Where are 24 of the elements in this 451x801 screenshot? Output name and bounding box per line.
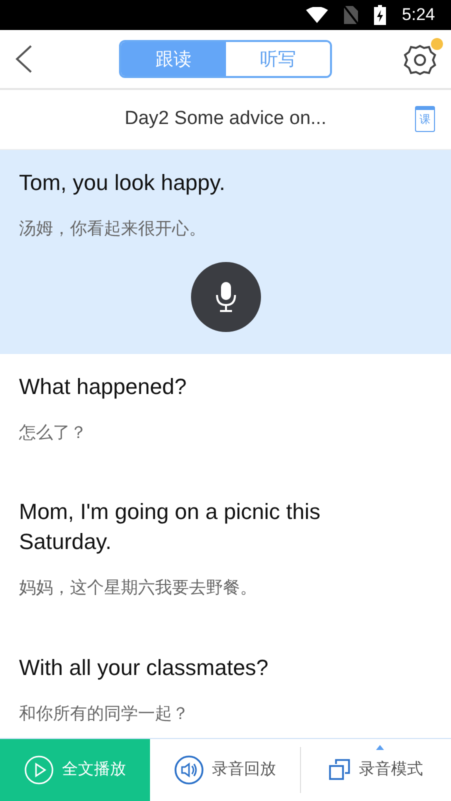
play-icon — [24, 755, 54, 785]
lesson-title: Day2 Some advice on... — [124, 107, 326, 132]
chinese-translation: 妈妈，这个星期六我要去野餐。 — [19, 577, 258, 599]
chinese-translation: 怎么了？ — [19, 422, 88, 444]
english-sentence: Mom, I'm going on a picnic this Saturday. — [19, 498, 322, 556]
english-sentence: Tom, you look happy. — [19, 169, 226, 197]
speaker-icon — [174, 755, 204, 785]
microphone-icon — [214, 280, 238, 312]
english-sentence: With all your classmates? — [19, 654, 270, 682]
english-sentence: What happened? — [19, 372, 188, 401]
settings-icon[interactable] — [403, 43, 437, 77]
sentence-item[interactable]: With all your classmates? 和你所有的同学一起？ — [0, 634, 451, 738]
chinese-translation: 汤姆，你看起来很开心。 — [19, 218, 207, 240]
sentence-item[interactable]: What happened? 怎么了？ — [0, 354, 451, 479]
back-button[interactable] — [14, 44, 34, 74]
clock-text: 5:24 — [402, 4, 435, 26]
caret-icon — [376, 745, 384, 750]
sentence-item[interactable]: Tom, you look happy. 汤姆，你看起来很开心。 — [0, 150, 451, 354]
battery-icon — [374, 5, 386, 25]
chinese-translation: 和你所有的同学一起？ — [19, 702, 190, 724]
wifi-icon — [306, 7, 328, 23]
no-sim-icon — [344, 6, 358, 24]
copy-icon — [329, 759, 351, 781]
sentence-item[interactable]: Mom, I'm going on a picnic this Saturday. 妈妈，这个星期六我要去野餐。 — [0, 479, 451, 634]
